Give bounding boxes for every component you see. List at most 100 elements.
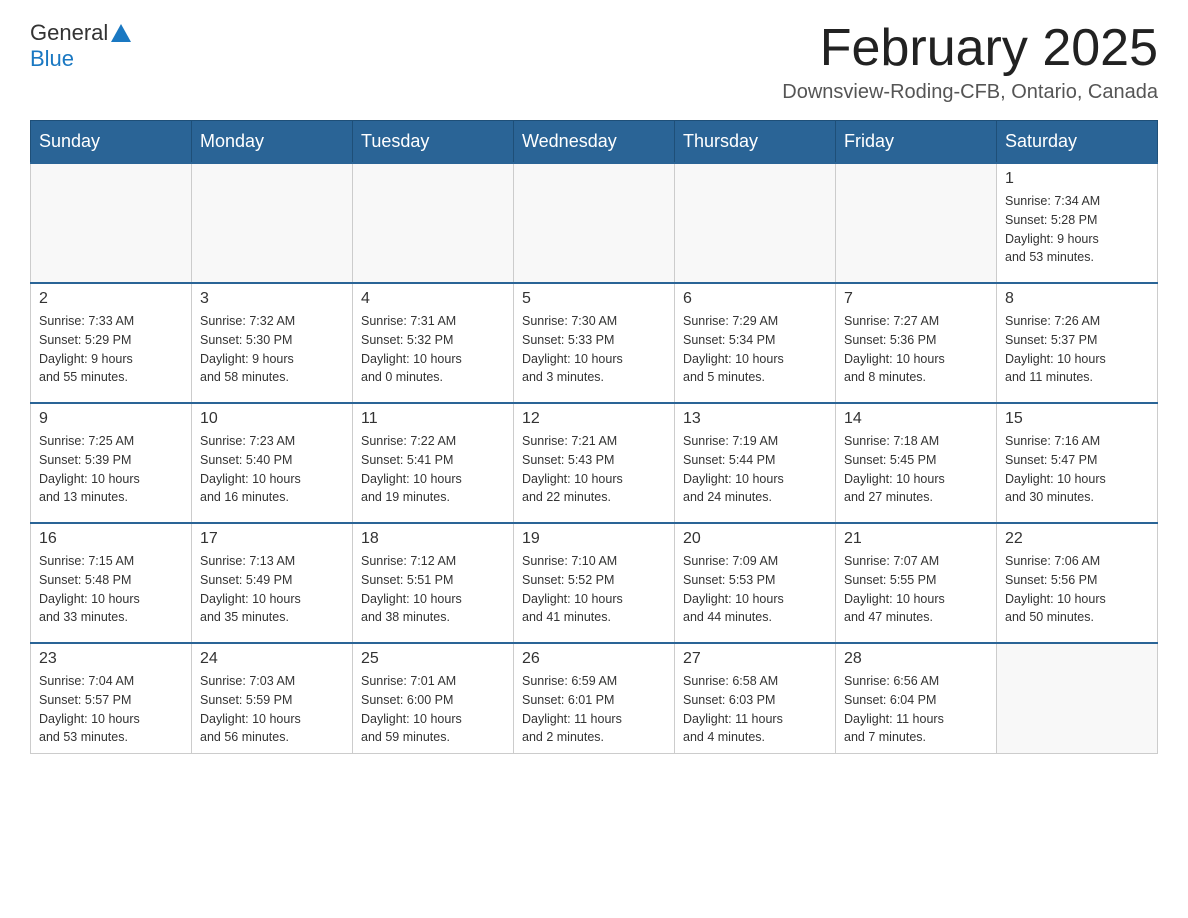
calendar-day-cell: 15 Sunrise: 7:16 AM Sunset: 5:47 PM Dayli… <box>997 403 1158 523</box>
calendar-week-row: 23 Sunrise: 7:04 AM Sunset: 5:57 PM Dayli… <box>31 643 1158 754</box>
day-number: 4 <box>361 290 505 308</box>
calendar-day-cell: 25 Sunrise: 7:01 AM Sunset: 6:00 PM Dayli… <box>353 643 514 754</box>
title-section: February 2025 Downsview-Roding-CFB, Onta… <box>782 20 1158 104</box>
day-info: Sunrise: 7:29 AM Sunset: 5:34 PM Dayligh… <box>683 312 827 387</box>
day-number: 9 <box>39 410 183 428</box>
day-number: 23 <box>39 650 183 668</box>
calendar-day-cell: 8 Sunrise: 7:26 AM Sunset: 5:37 PM Daylig… <box>997 283 1158 403</box>
calendar-day-cell: 12Sunrise: 7:21 AM Sunset: 5:43 PM Dayli… <box>514 403 675 523</box>
calendar-day-cell: 20 Sunrise: 7:09 AM Sunset: 5:53 PM Dayli… <box>675 523 836 643</box>
logo-general-text: General <box>30 20 108 46</box>
calendar-day-header: Saturday <box>997 121 1158 164</box>
day-info: Sunrise: 7:27 AM Sunset: 5:36 PM Dayligh… <box>844 312 988 387</box>
day-info: Sunrise: 7:01 AM Sunset: 6:00 PM Dayligh… <box>361 672 505 747</box>
day-number: 5 <box>522 290 666 308</box>
day-number: 3 <box>200 290 344 308</box>
day-number: 8 <box>1005 290 1149 308</box>
calendar-day-cell: 28 Sunrise: 6:56 AM Sunset: 6:04 PM Dayli… <box>836 643 997 754</box>
day-number: 14 <box>844 410 988 428</box>
calendar-header-row: SundayMondayTuesdayWednesdayThursdayFrid… <box>31 121 1158 164</box>
day-info: Sunrise: 6:56 AM Sunset: 6:04 PM Dayligh… <box>844 672 988 747</box>
day-info: Sunrise: 7:04 AM Sunset: 5:57 PM Dayligh… <box>39 672 183 747</box>
calendar-day-cell: 5Sunrise: 7:30 AM Sunset: 5:33 PM Daylig… <box>514 283 675 403</box>
day-info: Sunrise: 7:25 AM Sunset: 5:39 PM Dayligh… <box>39 432 183 507</box>
calendar-day-cell: 19 Sunrise: 7:10 AM Sunset: 5:52 PM Dayli… <box>514 523 675 643</box>
calendar-day-cell: 23 Sunrise: 7:04 AM Sunset: 5:57 PM Dayli… <box>31 643 192 754</box>
calendar-day-cell: 24 Sunrise: 7:03 AM Sunset: 5:59 PM Dayli… <box>192 643 353 754</box>
location-subtitle: Downsview-Roding-CFB, Ontario, Canada <box>782 81 1158 104</box>
logo-triangle-icon <box>111 24 131 42</box>
day-info: Sunrise: 7:09 AM Sunset: 5:53 PM Dayligh… <box>683 552 827 627</box>
calendar-day-cell: 14 Sunrise: 7:18 AM Sunset: 5:45 PM Dayli… <box>836 403 997 523</box>
calendar-day-cell: 11 Sunrise: 7:22 AM Sunset: 5:41 PM Dayli… <box>353 403 514 523</box>
day-info: Sunrise: 7:21 AM Sunset: 5:43 PM Dayligh… <box>522 432 666 507</box>
calendar-day-cell <box>353 163 514 283</box>
calendar-week-row: 9 Sunrise: 7:25 AM Sunset: 5:39 PM Daylig… <box>31 403 1158 523</box>
day-number: 10 <box>200 410 344 428</box>
calendar-day-header: Tuesday <box>353 121 514 164</box>
calendar-day-cell: 9 Sunrise: 7:25 AM Sunset: 5:39 PM Daylig… <box>31 403 192 523</box>
day-number: 28 <box>844 650 988 668</box>
day-info: Sunrise: 7:22 AM Sunset: 5:41 PM Dayligh… <box>361 432 505 507</box>
day-info: Sunrise: 7:18 AM Sunset: 5:45 PM Dayligh… <box>844 432 988 507</box>
day-number: 22 <box>1005 530 1149 548</box>
day-info: Sunrise: 7:32 AM Sunset: 5:30 PM Dayligh… <box>200 312 344 387</box>
day-info: Sunrise: 7:10 AM Sunset: 5:52 PM Dayligh… <box>522 552 666 627</box>
calendar-day-header: Wednesday <box>514 121 675 164</box>
day-info: Sunrise: 7:06 AM Sunset: 5:56 PM Dayligh… <box>1005 552 1149 627</box>
calendar-day-cell: 4 Sunrise: 7:31 AM Sunset: 5:32 PM Daylig… <box>353 283 514 403</box>
calendar-day-cell: 6 Sunrise: 7:29 AM Sunset: 5:34 PM Daylig… <box>675 283 836 403</box>
day-number: 24 <box>200 650 344 668</box>
day-info: Sunrise: 6:59 AM Sunset: 6:01 PM Dayligh… <box>522 672 666 747</box>
day-info: Sunrise: 7:19 AM Sunset: 5:44 PM Dayligh… <box>683 432 827 507</box>
day-info: Sunrise: 7:03 AM Sunset: 5:59 PM Dayligh… <box>200 672 344 747</box>
day-info: Sunrise: 7:34 AM Sunset: 5:28 PM Dayligh… <box>1005 192 1149 267</box>
day-number: 27 <box>683 650 827 668</box>
calendar-week-row: 2Sunrise: 7:33 AM Sunset: 5:29 PM Daylig… <box>31 283 1158 403</box>
day-number: 19 <box>522 530 666 548</box>
calendar-day-cell: 27 Sunrise: 6:58 AM Sunset: 6:03 PM Dayli… <box>675 643 836 754</box>
logo-blue-text: Blue <box>30 46 74 71</box>
calendar-week-row: 1Sunrise: 7:34 AM Sunset: 5:28 PM Daylig… <box>31 163 1158 283</box>
calendar-day-header: Thursday <box>675 121 836 164</box>
day-number: 25 <box>361 650 505 668</box>
month-title: February 2025 <box>782 20 1158 77</box>
day-info: Sunrise: 7:16 AM Sunset: 5:47 PM Dayligh… <box>1005 432 1149 507</box>
calendar-day-cell: 2Sunrise: 7:33 AM Sunset: 5:29 PM Daylig… <box>31 283 192 403</box>
calendar-day-cell: 3 Sunrise: 7:32 AM Sunset: 5:30 PM Daylig… <box>192 283 353 403</box>
calendar-day-cell <box>31 163 192 283</box>
calendar-day-header: Friday <box>836 121 997 164</box>
day-number: 7 <box>844 290 988 308</box>
calendar-day-cell: 17Sunrise: 7:13 AM Sunset: 5:49 PM Dayli… <box>192 523 353 643</box>
day-number: 13 <box>683 410 827 428</box>
day-info: Sunrise: 7:07 AM Sunset: 5:55 PM Dayligh… <box>844 552 988 627</box>
calendar-day-cell: 26Sunrise: 6:59 AM Sunset: 6:01 PM Dayli… <box>514 643 675 754</box>
day-number: 6 <box>683 290 827 308</box>
calendar-day-cell <box>192 163 353 283</box>
calendar-day-cell: 10Sunrise: 7:23 AM Sunset: 5:40 PM Dayli… <box>192 403 353 523</box>
calendar-day-cell <box>836 163 997 283</box>
calendar-day-header: Sunday <box>31 121 192 164</box>
day-number: 11 <box>361 410 505 428</box>
calendar-day-header: Monday <box>192 121 353 164</box>
calendar-day-cell <box>675 163 836 283</box>
day-info: Sunrise: 7:31 AM Sunset: 5:32 PM Dayligh… <box>361 312 505 387</box>
day-number: 17 <box>200 530 344 548</box>
day-info: Sunrise: 7:12 AM Sunset: 5:51 PM Dayligh… <box>361 552 505 627</box>
day-info: Sunrise: 7:26 AM Sunset: 5:37 PM Dayligh… <box>1005 312 1149 387</box>
day-info: Sunrise: 7:15 AM Sunset: 5:48 PM Dayligh… <box>39 552 183 627</box>
calendar-day-cell <box>997 643 1158 754</box>
calendar-day-cell: 16 Sunrise: 7:15 AM Sunset: 5:48 PM Dayli… <box>31 523 192 643</box>
day-number: 21 <box>844 530 988 548</box>
calendar-day-cell: 13 Sunrise: 7:19 AM Sunset: 5:44 PM Dayli… <box>675 403 836 523</box>
page-header: General Blue February 2025 Downsview-Rod… <box>30 20 1158 104</box>
calendar-day-cell: 1Sunrise: 7:34 AM Sunset: 5:28 PM Daylig… <box>997 163 1158 283</box>
day-info: Sunrise: 6:58 AM Sunset: 6:03 PM Dayligh… <box>683 672 827 747</box>
day-number: 15 <box>1005 410 1149 428</box>
logo: General Blue <box>30 20 134 72</box>
day-number: 16 <box>39 530 183 548</box>
calendar-week-row: 16 Sunrise: 7:15 AM Sunset: 5:48 PM Dayli… <box>31 523 1158 643</box>
calendar-day-cell <box>514 163 675 283</box>
day-number: 20 <box>683 530 827 548</box>
day-info: Sunrise: 7:33 AM Sunset: 5:29 PM Dayligh… <box>39 312 183 387</box>
